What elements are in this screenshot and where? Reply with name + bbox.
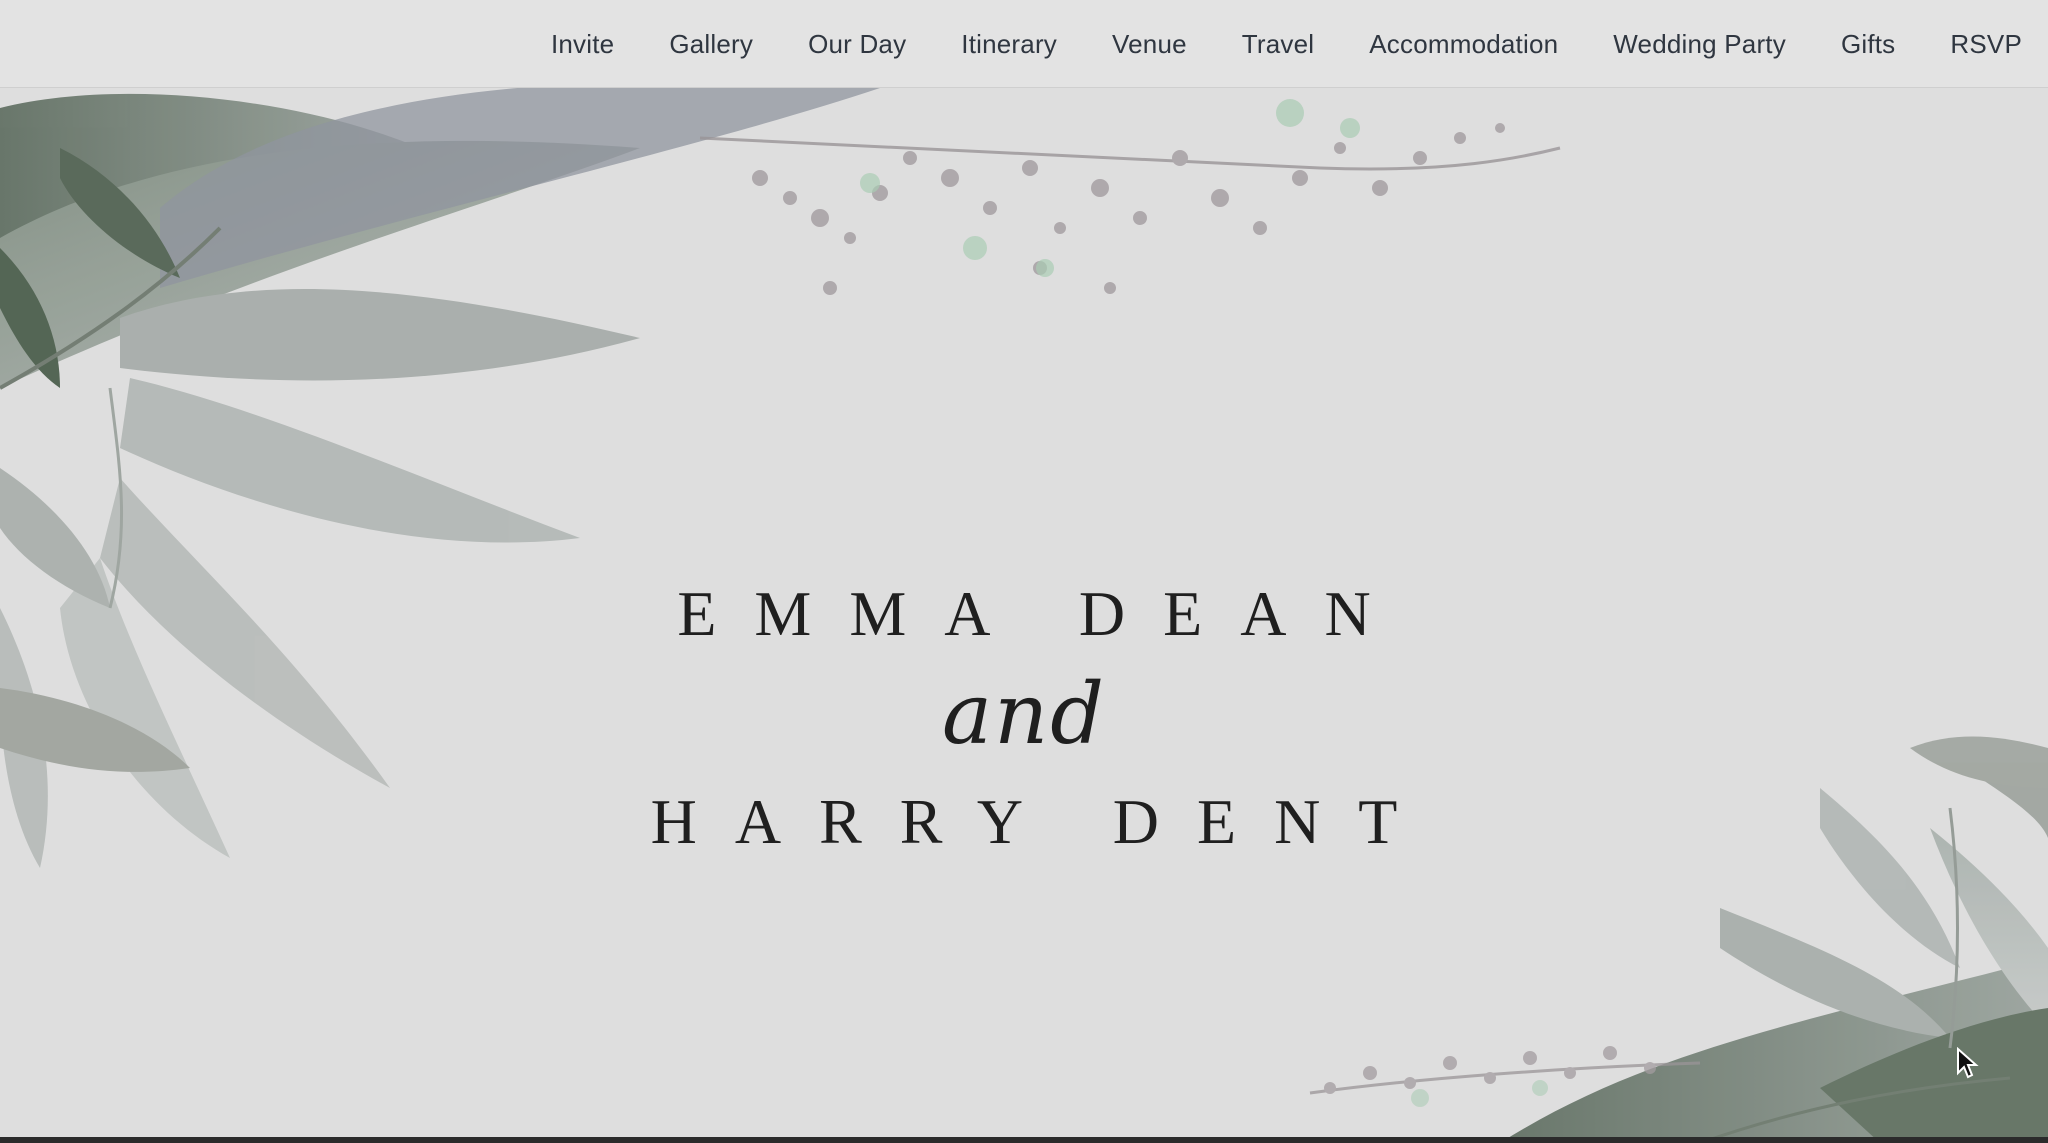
window-bottom-edge <box>0 1137 2048 1143</box>
bride-name: EMMA DEAN <box>677 578 1409 649</box>
nav-menu: Invite Gallery Our Day Itinerary Venue T… <box>496 0 2022 88</box>
groom-name: HARRY DENT <box>650 786 1436 857</box>
nav-link-invite[interactable]: Invite <box>551 29 614 60</box>
mouse-pointer-icon <box>1957 1047 1979 1079</box>
nav-link-itinerary[interactable]: Itinerary <box>961 29 1057 60</box>
nav-link-rsvp[interactable]: RSVP <box>1950 29 2022 60</box>
top-navigation: Invite Gallery Our Day Itinerary Venue T… <box>0 0 2048 88</box>
nav-link-accommodation[interactable]: Accommodation <box>1369 29 1558 60</box>
wedding-site-page: Invite Gallery Our Day Itinerary Venue T… <box>0 0 2048 1143</box>
top-seed-sprig <box>699 99 1561 295</box>
hero-title: EMMA DEAN and HARRY DENT <box>0 570 2048 854</box>
connector-text: and <box>942 665 1106 763</box>
nav-link-venue[interactable]: Venue <box>1112 29 1187 60</box>
nav-link-gifts[interactable]: Gifts <box>1841 29 1895 60</box>
nav-link-gallery[interactable]: Gallery <box>669 29 753 60</box>
nav-link-our-day[interactable]: Our Day <box>808 29 906 60</box>
nav-link-travel[interactable]: Travel <box>1242 29 1314 60</box>
nav-link-wedding-party[interactable]: Wedding Party <box>1613 29 1786 60</box>
